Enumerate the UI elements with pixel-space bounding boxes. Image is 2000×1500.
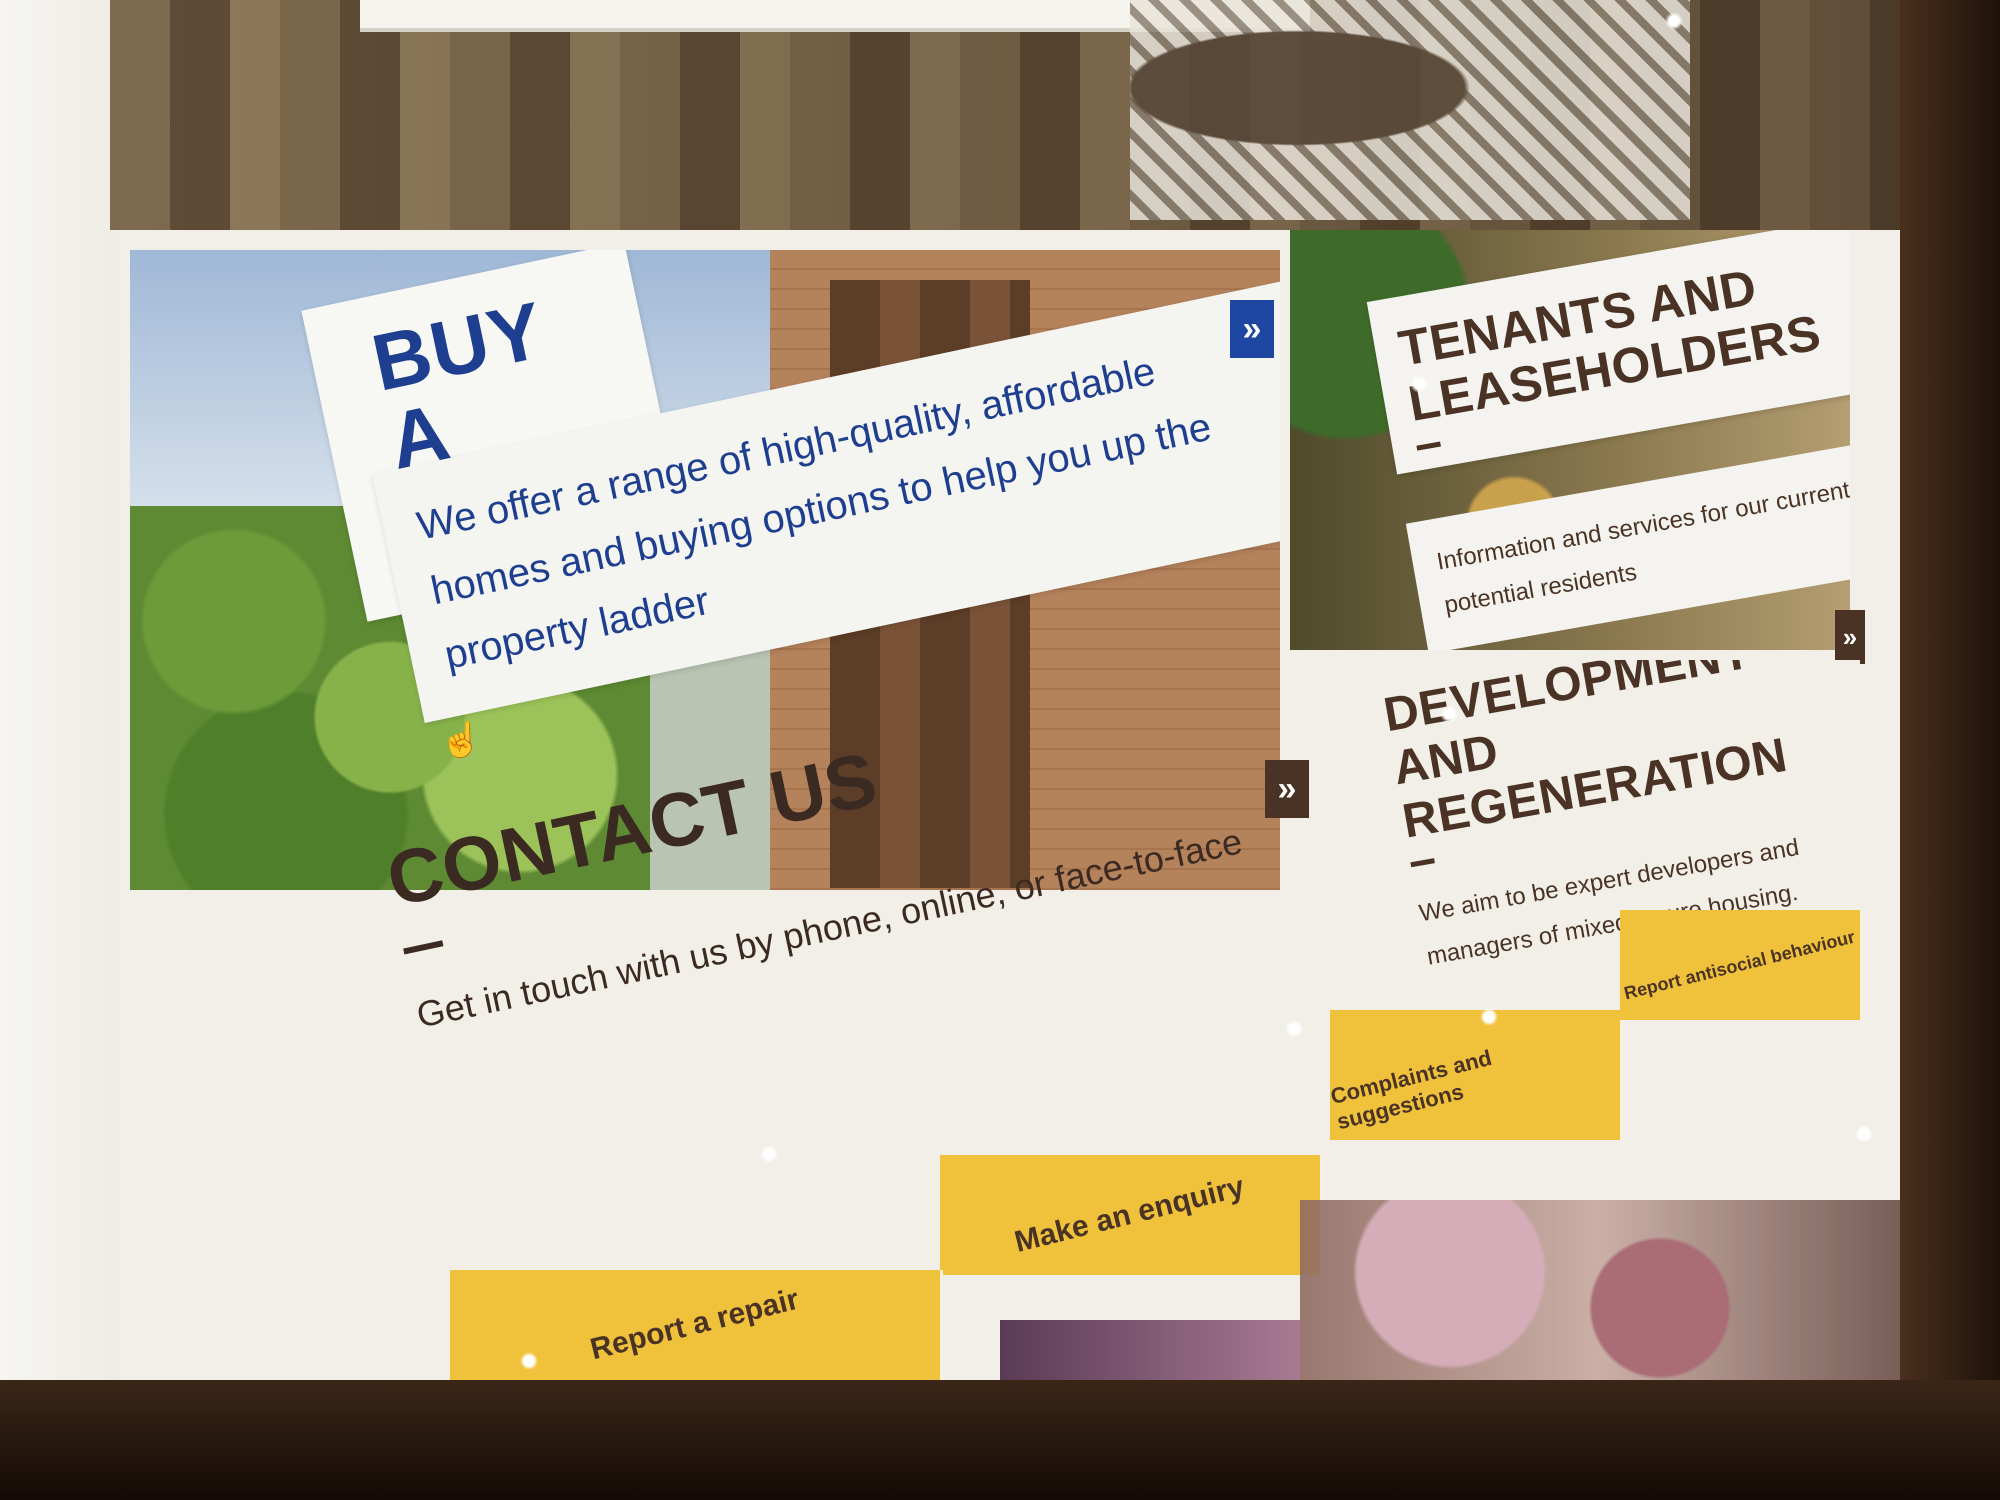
- report-antisocial-label: Report antisocial behaviour: [1622, 926, 1858, 1003]
- buy-a-home-arrow-button[interactable]: »: [1230, 300, 1274, 358]
- monitor-bezel-bottom: [0, 1380, 2000, 1500]
- tenants-underline: [1416, 441, 1441, 451]
- make-enquiry-button[interactable]: Make an enquiry: [940, 1155, 1323, 1275]
- make-enquiry-label: Make an enquiry: [1011, 1170, 1248, 1259]
- report-repair-label: Report a repair: [587, 1282, 803, 1367]
- report-repair-button[interactable]: Report a repair: [450, 1270, 943, 1380]
- tenants-tile[interactable]: TENANTS AND LEASEHOLDERS Information and…: [1290, 230, 1850, 650]
- complaints-label: Complaints and suggestions: [1328, 1044, 1495, 1135]
- hero-photo-person: [1130, 0, 1690, 220]
- monitor-bezel-right: [1900, 0, 2000, 1500]
- tenants-arrow-button[interactable]: »: [1835, 610, 1865, 664]
- bottom-photo-thumb: [1000, 1320, 1300, 1380]
- report-antisocial-button[interactable]: Report antisocial behaviour: [1620, 910, 1863, 1020]
- tenants-title-box: TENANTS AND LEASEHOLDERS: [1366, 230, 1850, 475]
- complaints-button[interactable]: Complaints and suggestions: [1328, 1010, 1623, 1140]
- browser-viewport: BUY A HOME We offer a range of high-qual…: [0, 0, 1900, 1380]
- tenants-title[interactable]: TENANTS AND LEASEHOLDERS: [1395, 240, 1850, 432]
- hand-pointer-cursor-icon: ☝: [440, 721, 483, 759]
- page-margin: [0, 0, 120, 1380]
- contact-underline: [403, 940, 444, 955]
- bottom-photo-strip: [1300, 1200, 1900, 1380]
- hero-banner-image: [110, 0, 1900, 230]
